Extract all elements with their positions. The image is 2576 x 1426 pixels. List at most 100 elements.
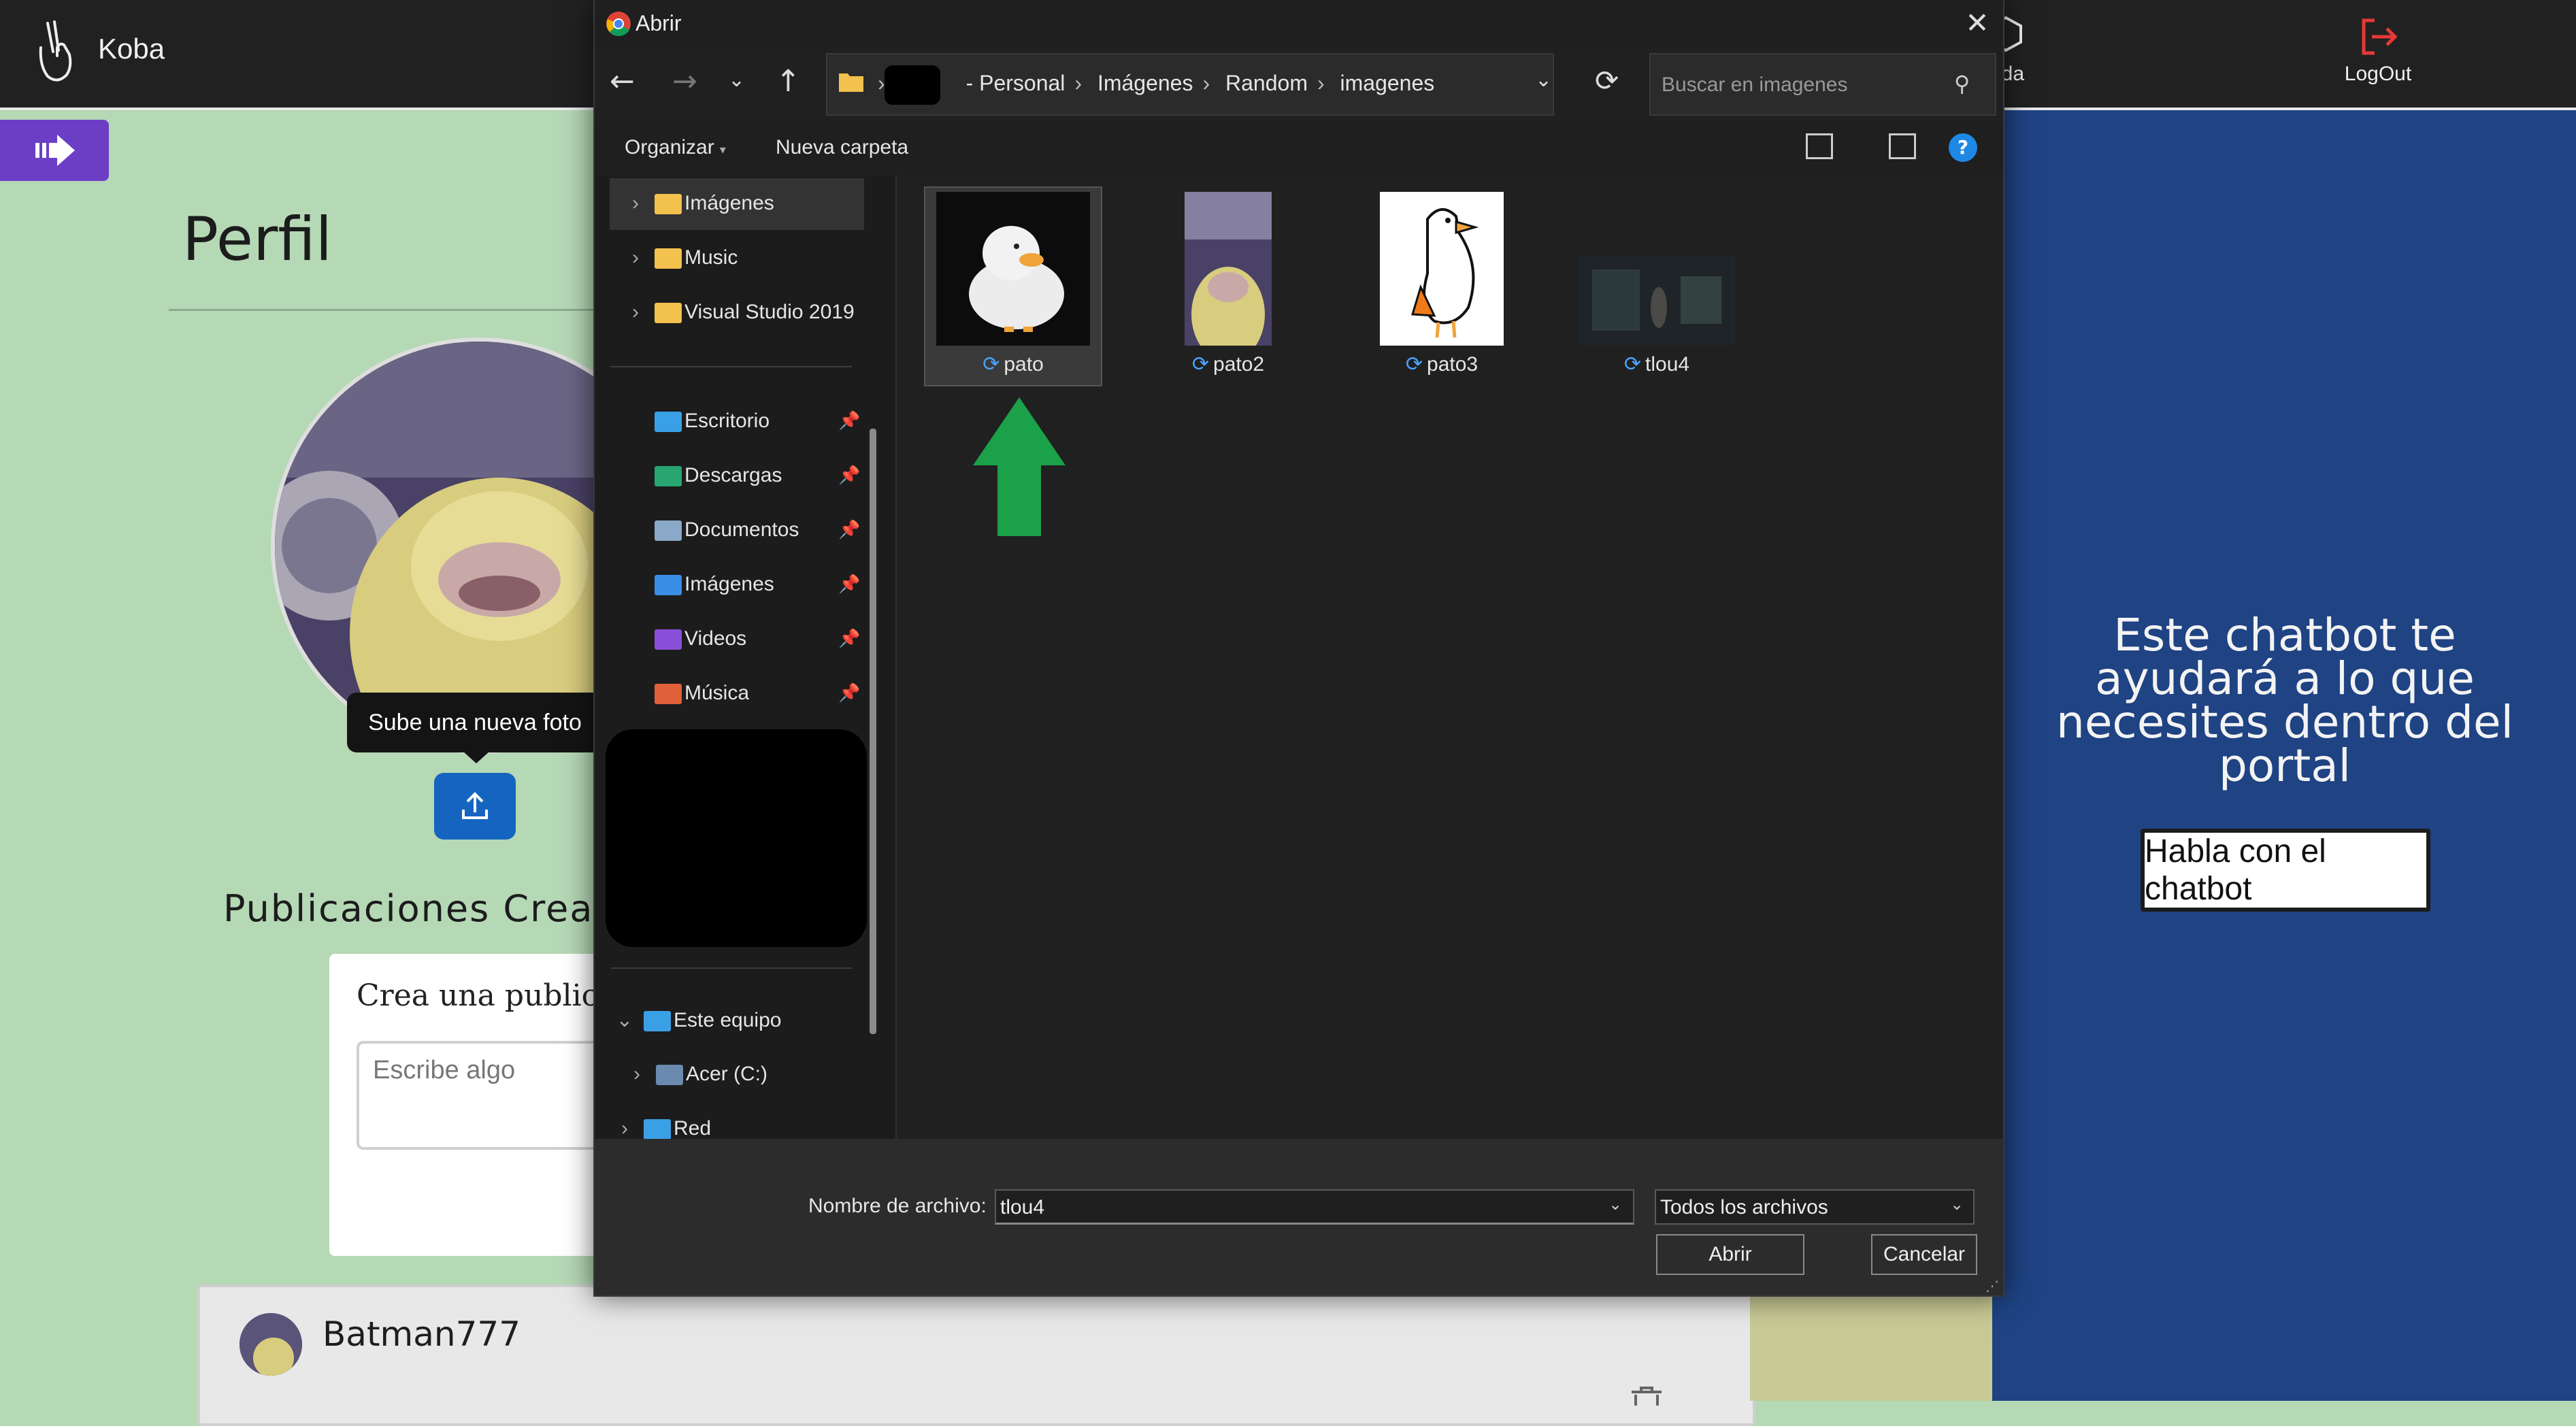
up-arrow-icon[interactable]: ↑: [776, 64, 801, 99]
dialog-title: Abrir: [635, 11, 682, 35]
upload-photo-button[interactable]: [434, 773, 516, 840]
chevron-right-icon[interactable]: ›: [616, 246, 655, 269]
open-button[interactable]: Abrir: [1656, 1234, 1804, 1275]
chevron-right-icon[interactable]: ›: [616, 301, 655, 324]
resize-grip-icon[interactable]: ⋰: [1985, 1278, 1999, 1294]
post-username[interactable]: Batman777: [323, 1314, 521, 1354]
help-circle-icon[interactable]: ?: [1949, 133, 1977, 162]
close-icon[interactable]: ✕: [1962, 8, 1992, 38]
chevron-right-icon[interactable]: ›: [618, 1063, 656, 1086]
chevron-right-icon[interactable]: ›: [606, 1117, 644, 1140]
app-name[interactable]: Koba: [98, 33, 165, 65]
address-dropdown-chevron-icon[interactable]: ⌄: [1535, 68, 1552, 92]
redacted-region: [606, 729, 867, 947]
view-options-icon[interactable]: [1806, 133, 1833, 159]
chevron-down-icon[interactable]: ⌄: [606, 1008, 644, 1032]
logout-label[interactable]: LogOut: [2341, 63, 2415, 86]
file-item-pato[interactable]: ⟳ pato: [925, 192, 1101, 376]
desktop-icon: [655, 412, 682, 433]
nav-item-imagenes-folder[interactable]: › Imágenes: [616, 192, 774, 215]
preview-pane-icon[interactable]: [1889, 133, 1916, 159]
file-thumbnail: [936, 192, 1090, 346]
nav-item-documentos[interactable]: Documentos: [655, 518, 799, 542]
pictures-icon: [655, 575, 682, 596]
pin-icon[interactable]: 📌: [838, 411, 860, 431]
file-item-pato2[interactable]: ⟳ pato2: [1140, 192, 1316, 376]
filename-input[interactable]: tlou4: [995, 1189, 1634, 1225]
file-thumbnail: [1380, 192, 1504, 346]
forward-arrow-icon[interactable]: →: [672, 64, 697, 99]
cancel-button[interactable]: Cancelar: [1871, 1234, 1977, 1275]
breadcrumb-separator: ›: [1317, 71, 1325, 95]
sidebar-toggle-button[interactable]: [0, 120, 109, 181]
hand-logo-icon[interactable]: [27, 18, 79, 86]
pin-icon[interactable]: 📌: [838, 520, 860, 540]
chatbot-button[interactable]: Habla con el chatbot: [2141, 829, 2430, 912]
nav-item-este-equipo[interactable]: ⌄ Este equipo: [606, 1008, 781, 1032]
file-name: pato3: [1427, 353, 1479, 376]
pin-icon[interactable]: 📌: [838, 574, 860, 595]
avatar[interactable]: [240, 1313, 302, 1376]
downloads-icon: [655, 466, 682, 487]
filetype-select[interactable]: Todos los archivos: [1655, 1189, 1975, 1225]
recent-locations-chevron-icon[interactable]: ⌄: [728, 68, 745, 92]
publications-heading: Publicaciones Crea: [223, 887, 594, 930]
documents-icon: [655, 520, 682, 542]
pin-icon[interactable]: 📌: [838, 465, 860, 486]
game-screenshot-thumbnail: [1579, 256, 1735, 346]
nav-item-escritorio[interactable]: Escritorio: [655, 410, 770, 433]
scrollbar[interactable]: [870, 429, 876, 1034]
nav-item-label: Visual Studio 2019: [684, 301, 855, 323]
breadcrumb[interactable]: › - Personal › Imágenes › Random › imagenes: [878, 71, 1434, 96]
chevron-down-icon[interactable]: ⌄: [1950, 1195, 1964, 1214]
refresh-icon[interactable]: ⟳: [1595, 64, 1619, 97]
breadcrumb-item[interactable]: - Personal: [966, 71, 1066, 95]
drive-icon: [656, 1065, 683, 1086]
create-post-title: Crea una publicac: [357, 978, 633, 1013]
back-arrow-icon[interactable]: ←: [610, 64, 635, 99]
background-strip: [1750, 1293, 1992, 1401]
divider: [611, 366, 852, 367]
dialog-titlebar[interactable]: [595, 0, 2003, 48]
chatbot-description: Este chatbot te ayudará a lo que necesit…: [2056, 609, 2513, 792]
new-folder-button[interactable]: Nueva carpeta: [776, 136, 908, 159]
file-item-tlou4[interactable]: ⟳ tlou4: [1569, 256, 1745, 376]
organize-button[interactable]: Organizar ▾: [625, 136, 726, 159]
chrome-icon: [606, 12, 631, 36]
trash-icon[interactable]: [1628, 1385, 1666, 1406]
nav-item-acer-drive[interactable]: › Acer (C:): [618, 1063, 767, 1086]
nav-item-musica[interactable]: Música: [655, 682, 749, 705]
chevron-right-icon[interactable]: ›: [616, 192, 655, 215]
nav-item-videos[interactable]: Videos: [655, 627, 746, 650]
file-name: pato2: [1213, 353, 1265, 376]
filename-label: Nombre de archivo:: [808, 1195, 987, 1217]
nav-item-label: Videos: [684, 627, 747, 650]
network-icon: [644, 1119, 671, 1140]
chevron-down-icon[interactable]: ⌄: [1608, 1195, 1622, 1214]
nav-item-red[interactable]: › Red: [606, 1117, 711, 1140]
file-thumbnail: [1579, 256, 1735, 346]
pc-icon: [644, 1011, 671, 1032]
search-icon[interactable]: ⚲: [1954, 71, 1970, 97]
breadcrumb-separator: ›: [1074, 71, 1083, 95]
nav-item-imagenes[interactable]: Imágenes: [655, 573, 774, 596]
nav-item-label: Imágenes: [684, 192, 774, 214]
nav-item-music-folder[interactable]: › Music: [616, 246, 738, 269]
search-input[interactable]: Buscar en imagenes: [1649, 53, 1996, 116]
nav-item-label: Este equipo: [674, 1009, 782, 1031]
file-item-pato3[interactable]: ⟳ pato3: [1354, 192, 1530, 376]
pin-icon[interactable]: 📌: [838, 683, 860, 703]
pin-icon[interactable]: 📌: [838, 629, 860, 649]
logout-icon[interactable]: [2357, 15, 2400, 59]
nav-item-label: Descargas: [684, 464, 782, 486]
page-title: Perfil: [182, 204, 333, 274]
nav-item-label: Música: [684, 682, 750, 704]
nav-item-descargas[interactable]: Descargas: [655, 464, 782, 487]
breadcrumb-item[interactable]: Random: [1225, 71, 1308, 95]
folder-icon: [655, 303, 682, 324]
upload-tooltip: Sube una nueva foto: [347, 693, 603, 752]
nav-item-visual-studio-folder[interactable]: › Visual Studio 2019: [616, 301, 855, 324]
breadcrumb-item[interactable]: Imágenes: [1097, 71, 1193, 95]
pane-splitter[interactable]: [895, 176, 897, 1139]
breadcrumb-item[interactable]: imagenes: [1340, 71, 1435, 95]
